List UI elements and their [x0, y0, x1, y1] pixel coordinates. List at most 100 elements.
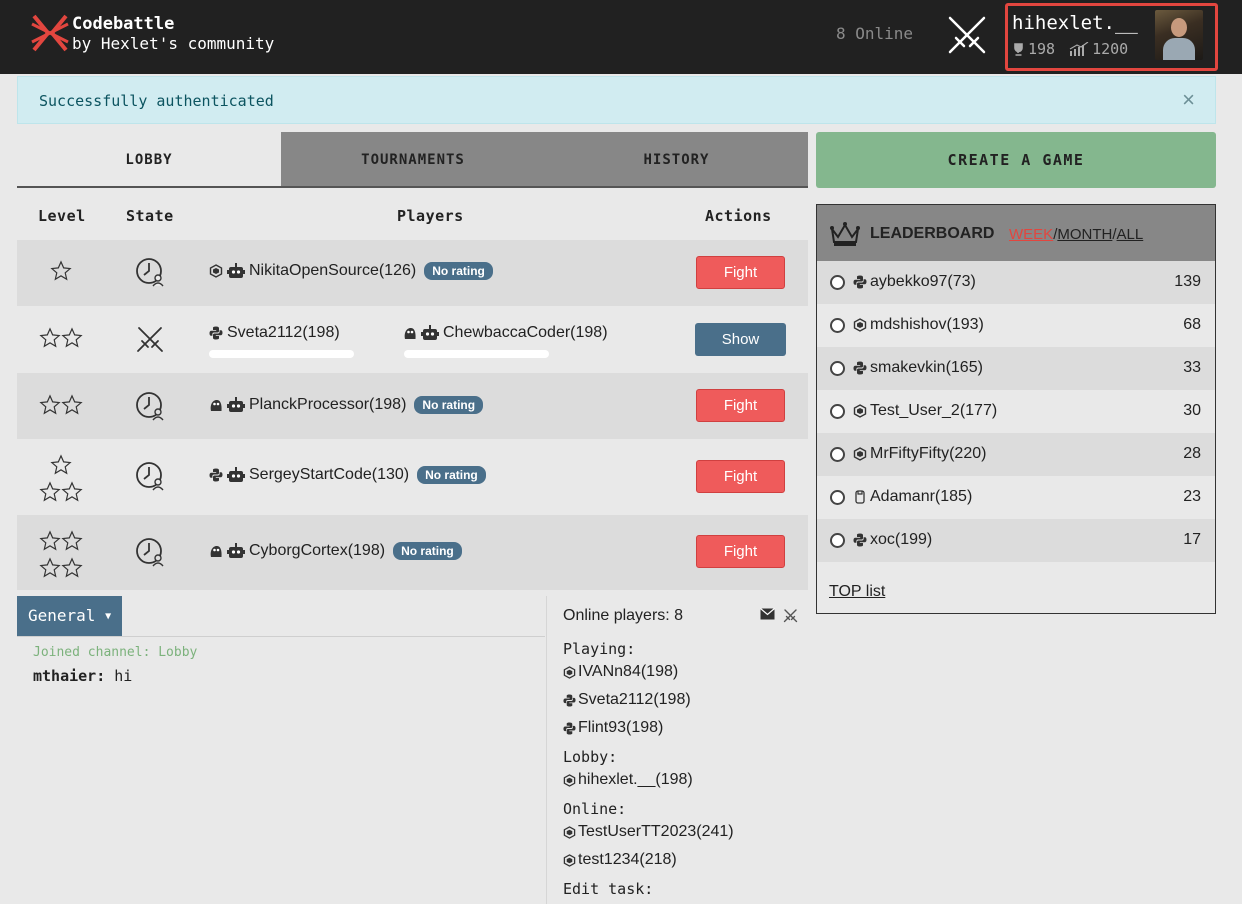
- online-players-title: Online players: 8: [563, 607, 684, 624]
- fight-button[interactable]: Fight: [696, 460, 785, 493]
- online-count: 8 Online: [836, 24, 914, 43]
- elixir-lang-icon: [853, 447, 867, 461]
- fight-button[interactable]: Fight: [696, 256, 785, 289]
- trophy-stat: 198: [1012, 40, 1055, 58]
- tab-tournaments[interactable]: TOURNAMENTS: [281, 132, 545, 186]
- robot-icon: [227, 543, 245, 558]
- system-message: Joined channel: Lobby: [33, 645, 198, 660]
- brand[interactable]: Codebattle by Hexlet's community: [72, 14, 274, 54]
- table-row[interactable]: Sveta2112(198) ChewbaccaCoder(198) Show: [17, 306, 808, 373]
- online-user[interactable]: IVANn84(198): [563, 663, 678, 681]
- section-edit-task: Edit task:: [563, 880, 654, 898]
- tab-history[interactable]: HISTORY: [545, 132, 808, 186]
- leaderboard-user: MrFiftyFifty(220): [853, 445, 986, 463]
- avatar-body: [1163, 38, 1195, 60]
- fight-button[interactable]: Fight: [696, 535, 785, 568]
- leaderboard-row[interactable]: smakevkin(165) 33: [817, 347, 1215, 390]
- leaderboard-user-name: MrFiftyFifty(220): [870, 445, 987, 462]
- elixir-lang-icon: [563, 825, 576, 839]
- alert-close-button[interactable]: ×: [1182, 87, 1195, 113]
- star-icon: [39, 394, 61, 415]
- message-author[interactable]: mthaier:: [33, 667, 105, 685]
- python-lang-icon: [563, 693, 576, 707]
- alert-message: Successfully authenticated: [39, 92, 274, 110]
- crossed-swords-icon[interactable]: [944, 12, 990, 58]
- online-user[interactable]: test1234(218): [563, 851, 677, 869]
- star-row: [37, 557, 85, 584]
- online-user-name: Flint93(198): [578, 719, 664, 736]
- leaderboard-title: LEADERBOARD: [870, 225, 995, 242]
- no-rating-badge: No rating: [414, 396, 484, 414]
- leaderboard-row[interactable]: Adamanr(185) 23: [817, 476, 1215, 519]
- top-navbar: Codebattle by Hexlet's community 8 Onlin…: [0, 0, 1242, 74]
- leaderboard-user: smakevkin(165): [853, 359, 983, 377]
- leaderboard-row[interactable]: mdshishov(193) 68: [817, 304, 1215, 347]
- python-lang-icon: [209, 326, 223, 340]
- section-lobby: Lobby:: [563, 748, 618, 766]
- leaderboard-user-name: smakevkin(165): [870, 359, 983, 376]
- leaderboard-panel: LEADERBOARD WEEK/MONTH/ALL aybekko97(73)…: [816, 204, 1216, 614]
- user-profile-box[interactable]: hihexlet.__ 198 1200: [1005, 3, 1218, 71]
- create-game-button[interactable]: CREATE A GAME: [816, 132, 1216, 188]
- period-all-link[interactable]: ALL: [1117, 226, 1144, 243]
- python-lang-icon: [563, 721, 576, 735]
- trophy-icon: [1014, 43, 1023, 56]
- player-entry[interactable]: PlanckProcessor(198) No rating: [209, 396, 484, 414]
- column-header-state: State: [126, 207, 174, 225]
- radio-indicator: [830, 533, 845, 548]
- leaderboard-score: 28: [1183, 445, 1201, 462]
- table-row[interactable]: PlanckProcessor(198) No rating Fight: [17, 373, 808, 439]
- avatar-face: [1171, 18, 1187, 37]
- player-entry[interactable]: Sveta2112(198): [209, 324, 340, 342]
- radio-indicator: [830, 361, 845, 376]
- state-playing: [135, 324, 165, 359]
- online-user[interactable]: Flint93(198): [563, 719, 663, 737]
- online-user[interactable]: TestUserTT2023(241): [563, 823, 734, 841]
- leaderboard-row[interactable]: MrFiftyFifty(220) 28: [817, 433, 1215, 476]
- star-row: [37, 481, 85, 508]
- rating-value: 1200: [1092, 40, 1129, 58]
- period-week-link[interactable]: WEEK: [1009, 226, 1053, 243]
- user-stats: 198 1200: [1012, 40, 1128, 58]
- player-entry[interactable]: CyborgCortex(198) No rating: [209, 542, 462, 560]
- star-icon: [39, 530, 61, 551]
- channel-dropdown[interactable]: General ▼: [17, 596, 122, 636]
- player-name: NikitaOpenSource(126): [249, 262, 417, 279]
- message-text: hi: [114, 667, 133, 685]
- leaderboard-header: LEADERBOARD WEEK/MONTH/ALL: [817, 205, 1215, 261]
- table-row[interactable]: SergeyStartCode(130) No rating Fight: [17, 439, 808, 515]
- codebattle-logo-icon[interactable]: [30, 12, 70, 54]
- player-entry[interactable]: SergeyStartCode(130) No rating: [209, 466, 486, 484]
- tab-lobby[interactable]: LOBBY: [17, 132, 281, 186]
- table-row[interactable]: NikitaOpenSource(126) No rating Fight: [17, 240, 808, 306]
- robot-icon: [421, 325, 439, 340]
- player-progress-bar: [404, 350, 549, 358]
- table-header: Level State Players Actions: [17, 190, 808, 240]
- game-tabs: LOBBY TOURNAMENTS HISTORY: [17, 132, 808, 188]
- top-list-link[interactable]: TOP list: [829, 583, 885, 601]
- clock-user-icon: [136, 392, 164, 421]
- clock-user-icon: [136, 538, 164, 567]
- chat-panel: General ▼ Joined channel: Lobby mthaier:…: [17, 596, 545, 904]
- user-avatar[interactable]: [1155, 10, 1203, 60]
- leaderboard-row[interactable]: Test_User_2(177) 30: [817, 390, 1215, 433]
- star-icon: [61, 481, 83, 502]
- player-entry[interactable]: NikitaOpenSource(126) No rating: [209, 262, 493, 280]
- channel-label: General: [28, 606, 96, 625]
- leaderboard-row[interactable]: aybekko97(73) 139: [817, 261, 1215, 304]
- fight-button[interactable]: Fight: [696, 389, 785, 422]
- level-stars: [37, 260, 85, 287]
- online-user[interactable]: Sveta2112(198): [563, 691, 691, 709]
- online-user[interactable]: hihexlet.__(198): [563, 771, 693, 789]
- player-entry[interactable]: ChewbaccaCoder(198): [403, 324, 608, 342]
- period-month-link[interactable]: MONTH: [1057, 226, 1112, 243]
- envelope-icon[interactable]: [760, 608, 775, 620]
- leaderboard-user-name: Test_User_2(177): [870, 402, 998, 419]
- leaderboard-user-name: Adamanr(185): [870, 488, 973, 505]
- no-rating-badge: No rating: [393, 542, 462, 560]
- crossed-swords-icon[interactable]: [783, 608, 798, 623]
- leaderboard-row[interactable]: xoc(199) 17: [817, 519, 1215, 562]
- python-lang-icon: [209, 468, 223, 482]
- table-row[interactable]: CyborgCortex(198) No rating Fight: [17, 515, 808, 590]
- show-button[interactable]: Show: [695, 323, 786, 356]
